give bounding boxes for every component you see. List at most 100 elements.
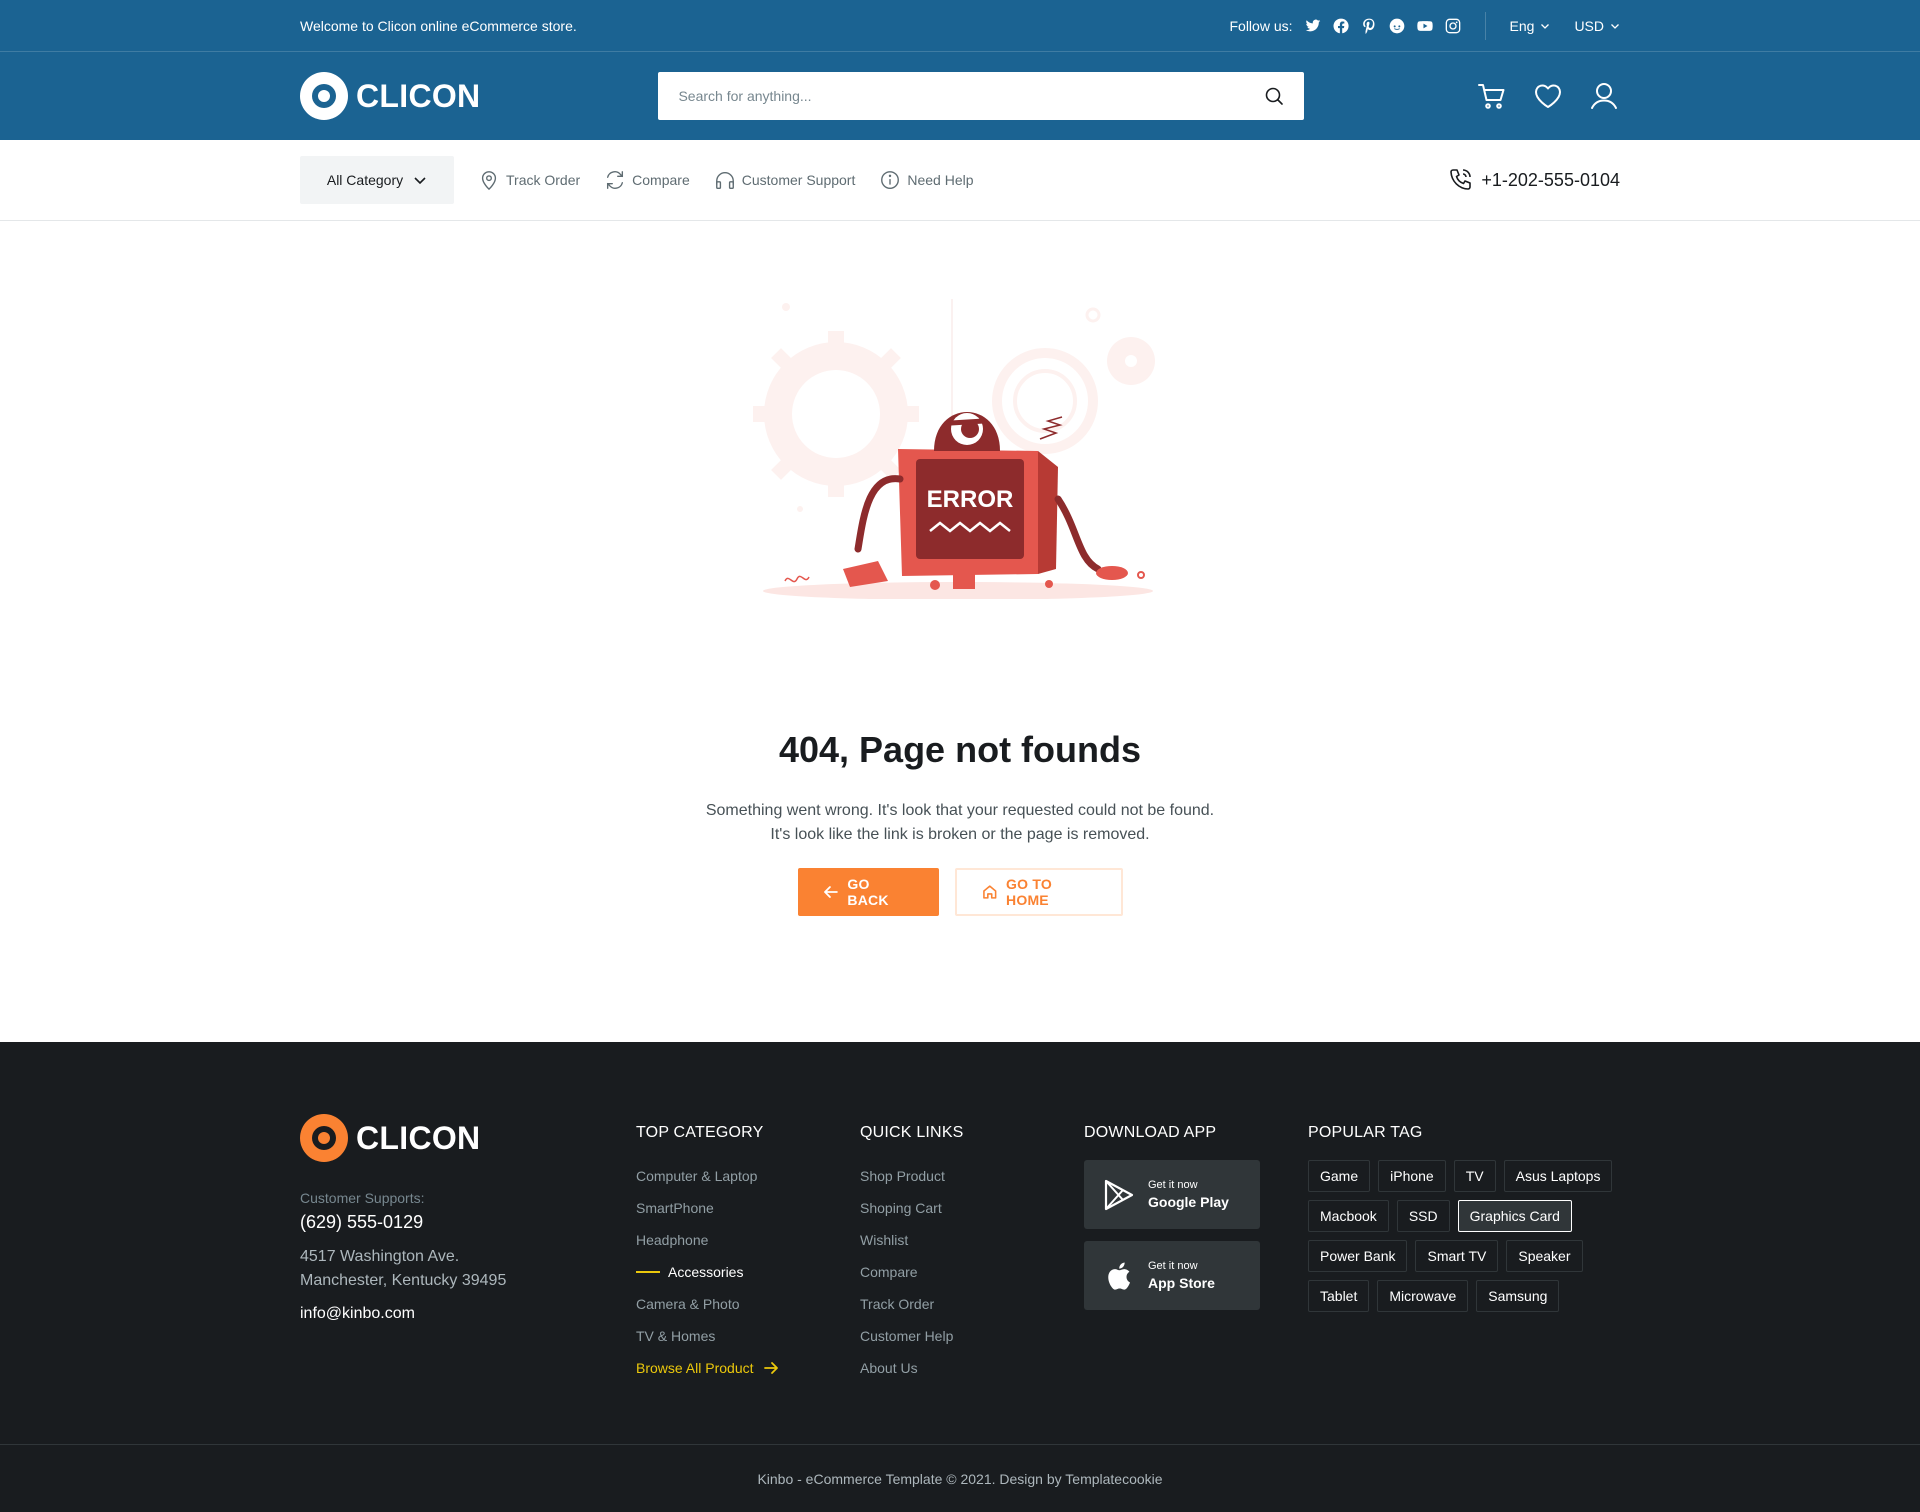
category-link-active[interactable]: Accessories xyxy=(636,1256,780,1288)
error-label: ERROR xyxy=(927,486,1014,513)
tag-list: Game iPhone TV Asus Laptops Macbook SSD … xyxy=(1308,1160,1620,1312)
refresh-icon xyxy=(607,171,624,189)
chevron-down-icon xyxy=(1611,23,1619,29)
quick-link[interactable]: About Us xyxy=(860,1352,964,1384)
quick-link[interactable]: Shop Product xyxy=(860,1160,964,1192)
tag[interactable]: iPhone xyxy=(1378,1160,1446,1192)
category-nav: All Category Track Order Compare Custome… xyxy=(0,140,1920,221)
phone-call-icon xyxy=(1450,169,1472,190)
tag[interactable]: Macbook xyxy=(1308,1200,1389,1232)
google-play-button[interactable]: Get it now Google Play xyxy=(1084,1160,1260,1229)
tag[interactable]: Game xyxy=(1308,1160,1371,1192)
go-back-button[interactable]: GO BACK xyxy=(797,868,939,916)
tag[interactable]: Tablet xyxy=(1308,1280,1370,1312)
popular-tag-heading: POPULAR TAG xyxy=(1308,1124,1423,1141)
nav-compare[interactable]: Compare xyxy=(604,169,690,191)
heart-icon[interactable] xyxy=(1532,80,1564,112)
search-input[interactable] xyxy=(678,88,1239,104)
address-line-2: Manchester, Kentucky 39495 xyxy=(300,1272,507,1289)
category-link[interactable]: TV & Homes xyxy=(636,1320,780,1352)
language-dropdown[interactable]: Eng xyxy=(1510,18,1551,34)
nav-link-label: Need Help xyxy=(907,172,974,188)
tag[interactable]: SSD xyxy=(1396,1200,1450,1232)
tag-active[interactable]: Graphics Card xyxy=(1457,1200,1572,1232)
app-store-big: App Store xyxy=(1148,1275,1215,1291)
quick-link[interactable]: Wishlist xyxy=(860,1224,964,1256)
divider xyxy=(1484,11,1486,40)
apple-icon xyxy=(1108,1262,1130,1290)
quick-link[interactable]: Track Order xyxy=(860,1288,964,1320)
info-icon xyxy=(881,171,900,189)
logo-mark-icon xyxy=(300,1114,348,1162)
brand-name: CLICON xyxy=(356,77,481,114)
pinterest-icon[interactable] xyxy=(1361,18,1377,34)
error-desc-line-2: It's look like the link is broken or the… xyxy=(770,826,1150,843)
go-to-home-button[interactable]: GO TO HOME xyxy=(954,868,1123,916)
footer-quick-links: QUICK LINKS Shop Product Shoping Cart Wi… xyxy=(860,1114,964,1384)
top-category-heading: TOP CATEGORY xyxy=(636,1124,764,1141)
google-play-icon xyxy=(1104,1179,1134,1210)
welcome-message: Welcome to Clicon online eCommerce store… xyxy=(300,17,577,34)
category-link[interactable]: SmartPhone xyxy=(636,1192,780,1224)
category-link[interactable]: Headphone xyxy=(636,1224,780,1256)
facebook-icon[interactable] xyxy=(1333,18,1349,34)
footer-top-category: TOP CATEGORY Computer & Laptop SmartPhon… xyxy=(636,1114,780,1384)
address: 4517 Washington Ave. Manchester, Kentuck… xyxy=(300,1245,560,1293)
nav-customer-support[interactable]: Customer Support xyxy=(714,169,856,191)
browse-all-product-link[interactable]: Browse All Product xyxy=(636,1352,780,1384)
twitter-icon[interactable] xyxy=(1305,18,1321,34)
footer-logo[interactable]: CLICON xyxy=(300,1114,560,1162)
reddit-icon[interactable] xyxy=(1389,18,1405,34)
support-phone[interactable]: (629) 555-0129 xyxy=(300,1212,560,1233)
main-header: CLICON xyxy=(0,52,1920,140)
error-title: 404, Page not founds xyxy=(778,729,1142,770)
contact-phone[interactable]: +1-202-555-0104 xyxy=(1447,167,1620,193)
quick-link[interactable]: Compare xyxy=(860,1256,964,1288)
category-link[interactable]: Camera & Photo xyxy=(636,1288,780,1320)
google-play-big: Google Play xyxy=(1148,1194,1229,1210)
tag[interactable]: Smart TV xyxy=(1415,1240,1499,1272)
copyright: Kinbo - eCommerce Template © 2021. Desig… xyxy=(0,1444,1920,1512)
quick-link[interactable]: Customer Help xyxy=(860,1320,964,1352)
logo[interactable]: CLICON xyxy=(300,72,480,120)
tag[interactable]: TV xyxy=(1453,1160,1496,1192)
nav-link-label: Track Order xyxy=(506,172,581,188)
error-desc-line-1: Something went wrong. It's look that you… xyxy=(705,802,1215,819)
download-app-heading: DOWNLOAD APP xyxy=(1084,1124,1217,1141)
top-bar: Welcome to Clicon online eCommerce store… xyxy=(0,0,1920,52)
tag[interactable]: Asus Laptops xyxy=(1503,1160,1613,1192)
currency-dropdown[interactable]: USD xyxy=(1574,18,1620,34)
all-category-label: All Category xyxy=(326,172,404,188)
youtube-icon[interactable] xyxy=(1416,18,1433,34)
nav-link-label: Customer Support xyxy=(741,172,856,188)
app-store-small: Get it now xyxy=(1148,1260,1198,1272)
language-value: Eng xyxy=(1509,17,1535,34)
error-actions: GO BACK GO TO HOME xyxy=(0,868,1920,916)
cart-icon[interactable] xyxy=(1476,80,1508,112)
user-icon[interactable] xyxy=(1588,80,1620,112)
map-pin-icon xyxy=(481,171,497,191)
search-icon[interactable] xyxy=(1264,86,1284,106)
footer-download-app: DOWNLOAD APP Get it now Google Play Get … xyxy=(1084,1114,1260,1310)
support-email[interactable]: info@kinbo.com xyxy=(300,1305,560,1323)
arrow-left-icon xyxy=(823,886,838,898)
nav-track-order[interactable]: Track Order xyxy=(478,169,580,191)
headphones-icon xyxy=(715,172,734,189)
header-icons xyxy=(1476,80,1620,112)
nav-need-help[interactable]: Need Help xyxy=(879,169,974,191)
all-category-dropdown[interactable]: All Category xyxy=(300,156,454,204)
instagram-icon[interactable] xyxy=(1445,18,1461,34)
footer-brand-column: CLICON Customer Supports: (629) 555-0129… xyxy=(300,1114,560,1323)
tag[interactable]: Power Bank xyxy=(1308,1240,1408,1272)
tag[interactable]: Samsung xyxy=(1476,1280,1560,1312)
footer-popular-tag: POPULAR TAG Game iPhone TV Asus Laptops … xyxy=(1308,1114,1620,1312)
phone-number: +1-202-555-0104 xyxy=(1481,169,1620,190)
chevron-down-icon xyxy=(1541,23,1550,29)
currency-value: USD xyxy=(1574,17,1604,34)
tag[interactable]: Microwave xyxy=(1377,1280,1469,1312)
category-link[interactable]: Computer & Laptop xyxy=(636,1160,780,1192)
tag[interactable]: Speaker xyxy=(1506,1240,1583,1272)
app-store-button[interactable]: Get it now App Store xyxy=(1084,1241,1260,1310)
footer: CLICON Customer Supports: (629) 555-0129… xyxy=(0,1042,1920,1512)
quick-link[interactable]: Shoping Cart xyxy=(860,1192,964,1224)
